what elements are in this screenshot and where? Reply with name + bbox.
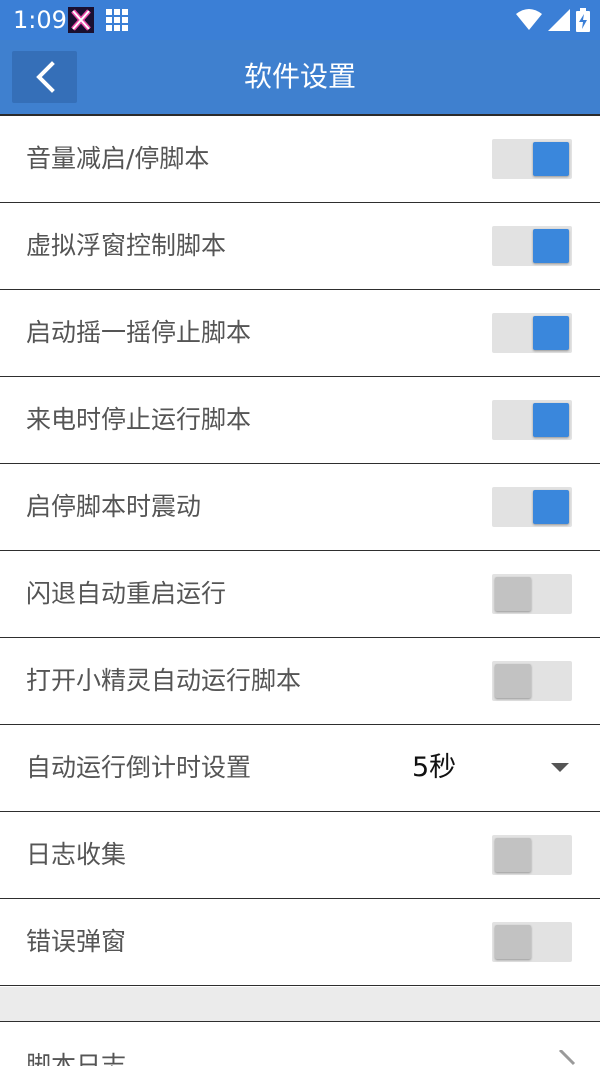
incoming-call-stop-switch[interactable] [492, 400, 572, 440]
setting-row-countdown[interactable]: 自动运行倒计时设置 5秒 [0, 725, 600, 812]
shake-stop-switch[interactable] [492, 313, 572, 353]
setting-label: 启动摇一摇停止脚本 [26, 318, 252, 347]
status-icons [516, 6, 590, 34]
log-collection-switch[interactable] [492, 835, 572, 875]
switch-knob [533, 316, 569, 350]
vibrate-switch[interactable] [492, 487, 572, 527]
switch-knob [533, 142, 569, 176]
grid-app-icon [106, 9, 128, 31]
settings-list: 音量减启/停脚本 虚拟浮窗控制脚本 启动摇一摇停止脚本 来电时停止运行脚本 启停… [0, 116, 600, 986]
setting-label: 自动运行倒计时设置 [26, 753, 252, 782]
switch-knob [533, 403, 569, 437]
countdown-select-value[interactable]: 5秒 [412, 725, 456, 811]
back-button[interactable] [12, 51, 77, 103]
switch-knob [495, 664, 531, 698]
setting-row-floating-window: 虚拟浮窗控制脚本 [0, 203, 600, 290]
setting-label: 启停脚本时震动 [26, 492, 202, 521]
script-log-row[interactable]: 脚本日志 [0, 1022, 600, 1066]
signal-icon [548, 9, 570, 31]
chevron-right-icon [558, 1050, 576, 1066]
setting-row-crash-restart: 闪退自动重启运行 [0, 551, 600, 638]
wifi-icon [516, 9, 542, 30]
switch-knob [533, 490, 569, 524]
floating-window-switch[interactable] [492, 226, 572, 266]
switch-knob [495, 925, 531, 959]
dropdown-arrow-icon[interactable] [551, 763, 569, 772]
crash-restart-switch[interactable] [492, 574, 572, 614]
setting-label: 打开小精灵自动运行脚本 [26, 666, 302, 695]
setting-label: 来电时停止运行脚本 [26, 405, 252, 434]
status-bar: 1:09 [0, 0, 600, 40]
switch-knob [533, 229, 569, 263]
setting-label: 虚拟浮窗控制脚本 [26, 231, 227, 260]
section-divider [0, 987, 600, 1022]
chevron-left-icon [35, 61, 55, 93]
volume-toggle-switch[interactable] [492, 139, 572, 179]
battery-charging-icon [576, 8, 590, 32]
setting-row-vibrate: 启停脚本时震动 [0, 464, 600, 551]
setting-row-error-popup: 错误弹窗 [0, 899, 600, 986]
setting-label: 错误弹窗 [26, 927, 127, 956]
setting-row-log-collection: 日志收集 [0, 812, 600, 899]
switch-knob [495, 577, 531, 611]
setting-row-incoming-call-stop: 来电时停止运行脚本 [0, 377, 600, 464]
switch-knob [495, 838, 531, 872]
setting-row-volume-toggle: 音量减启/停脚本 [0, 116, 600, 203]
x-app-icon [68, 7, 94, 33]
setting-label: 日志收集 [26, 840, 127, 869]
auto-run-switch[interactable] [492, 661, 572, 701]
setting-row-auto-run: 打开小精灵自动运行脚本 [0, 638, 600, 725]
error-popup-switch[interactable] [492, 922, 572, 962]
app-bar: 软件设置 [0, 40, 600, 116]
status-time: 1:09 [13, 6, 67, 34]
setting-label: 脚本日志 [26, 1051, 127, 1066]
setting-label: 闪退自动重启运行 [26, 579, 227, 608]
setting-label: 音量减启/停脚本 [26, 144, 210, 173]
setting-row-shake-stop: 启动摇一摇停止脚本 [0, 290, 600, 377]
page-title: 软件设置 [243, 60, 356, 93]
